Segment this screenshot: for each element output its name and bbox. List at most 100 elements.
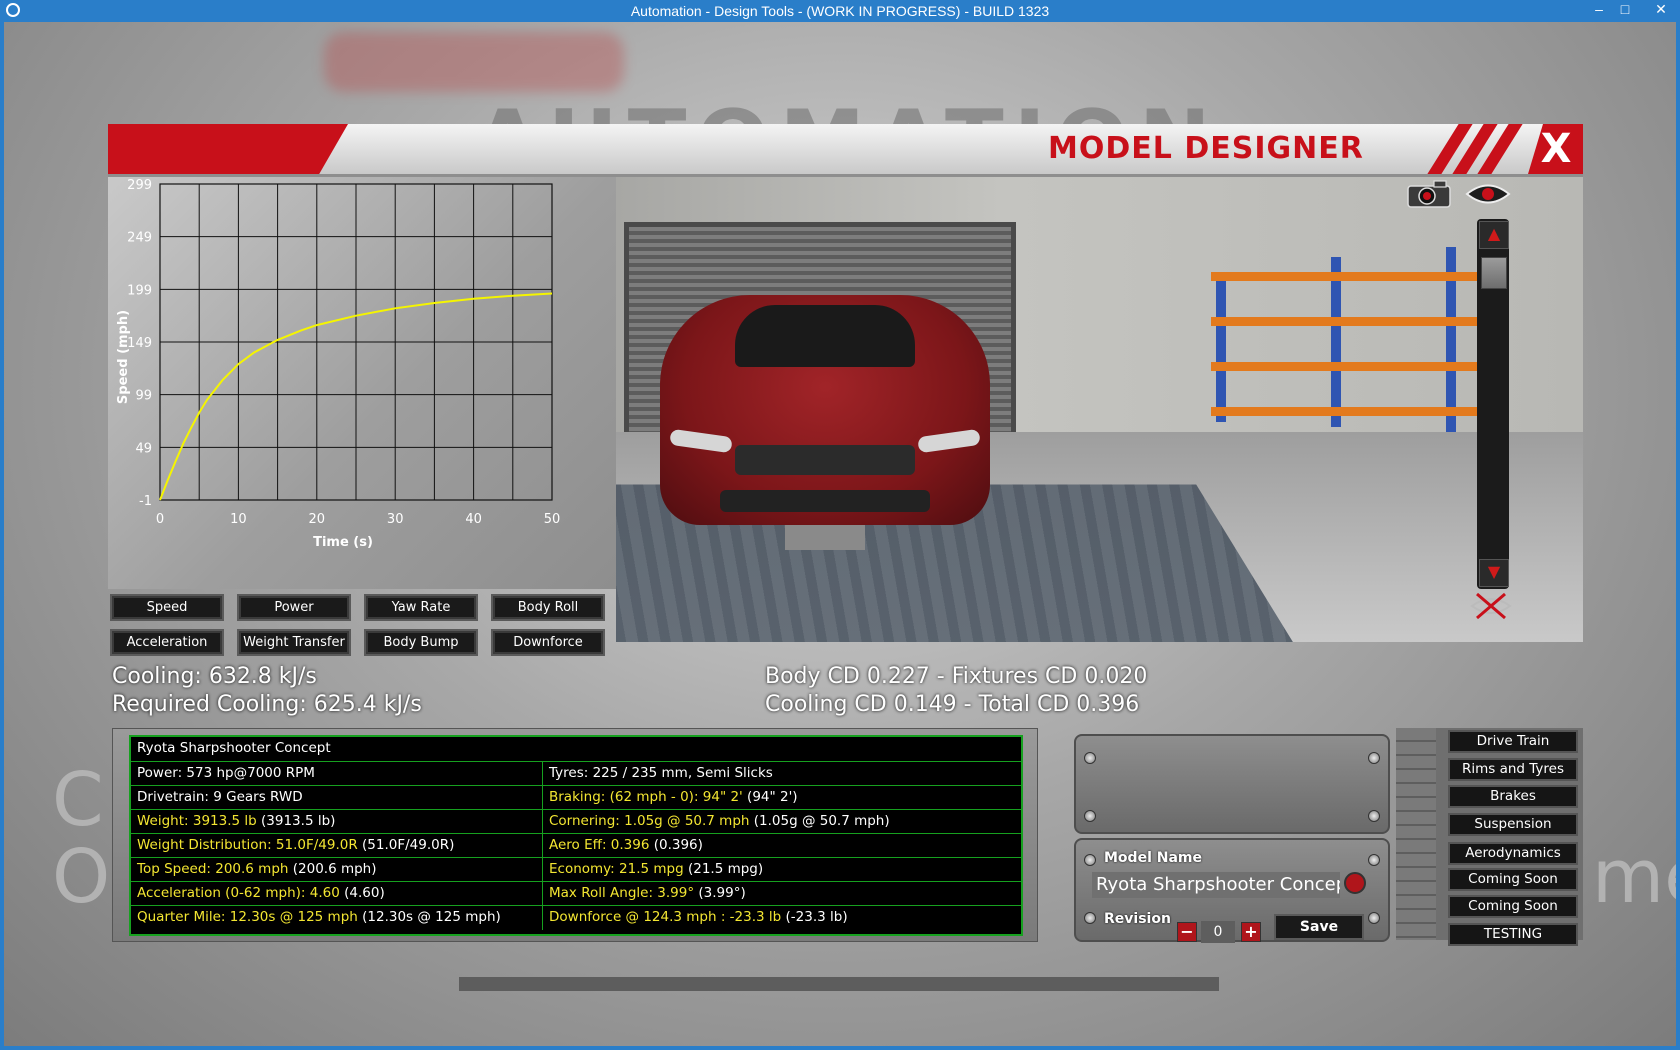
minimize-button[interactable]: – — [1586, 0, 1612, 22]
stats-row: Drivetrain: 9 Gears RWD Braking: (62 mph … — [131, 785, 1021, 810]
chart-panel: 299 249 199 149 99 49 -1 0 10 20 30 40 50 Time (s) Spe… — [108, 177, 616, 589]
stat-baseline-value: (94" 2') — [742, 789, 798, 805]
stats-row: Weight: 3913.5 lb (3913.5 lb) Cornering: … — [131, 809, 1021, 834]
window-close-button[interactable]: ✕ — [1642, 0, 1680, 22]
shelf-board — [1211, 362, 1481, 371]
scroll-down-arrow-icon[interactable]: ▼ — [1479, 559, 1509, 587]
stat-baseline-value: (51.0F/49.0R) — [357, 837, 455, 853]
car-bumper — [720, 490, 930, 512]
dialog-title: MODEL DESIGNER — [1048, 131, 1364, 166]
chart-body-roll-button[interactable]: Body Roll — [491, 594, 605, 621]
stat-value: Economy: 21.5 mpg — [549, 861, 684, 877]
chart-x-tick-label: 10 — [230, 512, 247, 527]
stat-value: Braking: (62 mph - 0): 94" 2' — [549, 789, 743, 805]
stats-row: Weight Distribution: 51.0F/49.0R (51.0F/… — [131, 833, 1021, 858]
randomize-name-icon[interactable] — [1344, 872, 1366, 894]
rivet — [1368, 912, 1380, 924]
design-section-menu: Drive Train Rims and Tyres Brakes Suspensio… — [1436, 728, 1583, 946]
stat-value: Cornering: 1.05g @ 50.7 mph — [549, 813, 750, 829]
chart-y-tick-label: 199 — [127, 283, 152, 298]
eye-icon[interactable] — [1464, 179, 1512, 209]
background-red-logo — [324, 32, 624, 92]
menu-item-coming-soon[interactable]: Coming Soon — [1448, 868, 1578, 891]
stats-cell-left: Acceleration (0-62 mph): 4.60 (4.60) — [131, 882, 543, 906]
zoom-scroll-thumb[interactable] — [1481, 257, 1507, 289]
window-frame-bottom — [0, 1046, 1680, 1050]
stats-cell-left: Quarter Mile: 12.30s @ 125 mph (12.30s @… — [131, 906, 543, 930]
revision-increment-button[interactable]: + — [1241, 922, 1261, 942]
background-text-o: O — [52, 834, 111, 920]
stats-panel-frame: Ryota Sharpshooter Concept Power: 573 hp… — [112, 728, 1038, 942]
stat-baseline-value: (1.05g @ 50.7 mph) — [749, 813, 890, 829]
chart-body-bump-button[interactable]: Body Bump — [364, 629, 478, 656]
stat-value: Weight Distribution: 51.0F/49.0R — [137, 837, 358, 853]
car-lift-stand — [785, 525, 865, 550]
stats-cell-left: Power: 573 hp@7000 RPM — [131, 762, 543, 786]
menu-item-suspension[interactable]: Suspension — [1448, 813, 1578, 836]
dialog-close-button[interactable]: X — [1534, 126, 1578, 172]
stat-baseline-value: (3.99°) — [694, 885, 746, 901]
chart-power-button[interactable]: Power — [237, 594, 351, 621]
stat-baseline-value: (3913.5 lb) — [256, 813, 336, 829]
stats-cell-right: Downforce @ 124.3 mph : -23.3 lb (-23.3 … — [543, 906, 1021, 930]
stat-value: Downforce @ 124.3 mph : -23.3 lb — [549, 909, 782, 925]
revision-value: 0 — [1201, 921, 1235, 943]
shelf-post — [1216, 272, 1226, 422]
menu-item-rims-and-tyres[interactable]: Rims and Tyres — [1448, 758, 1578, 781]
header-red-accent-left — [108, 124, 348, 174]
stat-value: Top Speed: 200.6 mph — [137, 861, 289, 877]
scroll-up-arrow-icon[interactable]: ▲ — [1479, 221, 1509, 249]
shelf-board — [1211, 317, 1481, 326]
rivet — [1368, 810, 1380, 822]
menu-item-brakes[interactable]: Brakes — [1448, 785, 1578, 808]
save-button[interactable]: Save — [1274, 914, 1364, 940]
stats-cell-left: Top Speed: 200.6 mph (200.6 mph) — [131, 858, 543, 882]
menu-item-drive-train[interactable]: Drive Train — [1448, 730, 1578, 753]
background-bar — [459, 977, 1219, 991]
stat-baseline-value: (4.60) — [339, 885, 385, 901]
chart-y-tick-label: 49 — [135, 441, 152, 456]
stat-value: Drivetrain: 9 Gears RWD — [137, 789, 303, 805]
chart-y-tick-label: 249 — [127, 231, 152, 246]
body-cd-value: Body CD 0.227 - Fixtures CD 0.020 — [765, 664, 1148, 689]
menu-rail — [1396, 728, 1436, 940]
model-designer-dialog: MODEL DESIGNER X 299 249 199 149 99 49 -1 0 10 20… — [108, 124, 1583, 960]
chart-yaw-rate-button[interactable]: Yaw Rate — [364, 594, 478, 621]
chart-x-tick-label: 50 — [544, 512, 561, 527]
background-text-me: me — [1592, 834, 1676, 920]
chart-weight-transfer-button[interactable]: Weight Transfer — [237, 629, 351, 656]
car-3d-viewport[interactable]: ▲ ▼ — [616, 177, 1583, 642]
chart-speed-button[interactable]: Speed — [110, 594, 224, 621]
stat-value: Quarter Mile: 12.30s @ 125 mph — [137, 909, 358, 925]
model-name-panel: Model Name Ryota Sharpshooter Concept Re… — [1074, 728, 1436, 943]
stat-value: Acceleration (0-62 mph): 4.60 — [137, 885, 340, 901]
window-title: Automation - Design Tools - (WORK IN PRO… — [630, 3, 1050, 19]
hide-view-icon[interactable] — [1469, 590, 1513, 622]
stats-cell-right: Braking: (62 mph - 0): 94" 2' (94" 2') — [543, 786, 1021, 810]
menu-item-testing[interactable]: TESTING — [1448, 923, 1578, 946]
stats-cell-right: Max Roll Angle: 3.99° (3.99°) — [543, 882, 1021, 906]
chart-x-tick-label: 0 — [156, 512, 164, 527]
rivet — [1368, 854, 1380, 866]
menu-item-coming-soon[interactable]: Coming Soon — [1448, 895, 1578, 918]
model-name-label: Model Name — [1104, 850, 1202, 866]
chart-x-axis-label: Time (s) — [313, 535, 373, 550]
chart-downforce-button[interactable]: Downforce — [491, 629, 605, 656]
maximize-button[interactable]: □ — [1612, 0, 1638, 22]
rivet — [1084, 854, 1096, 866]
menu-item-aerodynamics[interactable]: Aerodynamics — [1448, 842, 1578, 865]
chart-y-axis-label: Speed (mph) — [116, 310, 131, 404]
chart-acceleration-button[interactable]: Acceleration — [110, 629, 224, 656]
stats-row: Quarter Mile: 12.30s @ 125 mph (12.30s @… — [131, 905, 1021, 930]
chart-y-tick-label: 99 — [135, 389, 152, 404]
total-cd-value: Cooling CD 0.149 - Total CD 0.396 — [765, 692, 1140, 717]
dialog-header: MODEL DESIGNER X — [108, 124, 1583, 177]
stats-car-name: Ryota Sharpshooter Concept — [137, 740, 331, 756]
chart-x-tick-label: 40 — [465, 512, 482, 527]
car-grille — [735, 445, 915, 475]
revision-decrement-button[interactable]: − — [1177, 922, 1197, 942]
chart-mode-buttons: Speed Power Yaw Rate Body Roll Accelerat… — [108, 592, 616, 662]
model-name-field[interactable]: Ryota Sharpshooter Concept — [1092, 872, 1340, 898]
camera-icon[interactable] — [1406, 179, 1452, 209]
chart-y-tick-label: -1 — [139, 494, 152, 509]
